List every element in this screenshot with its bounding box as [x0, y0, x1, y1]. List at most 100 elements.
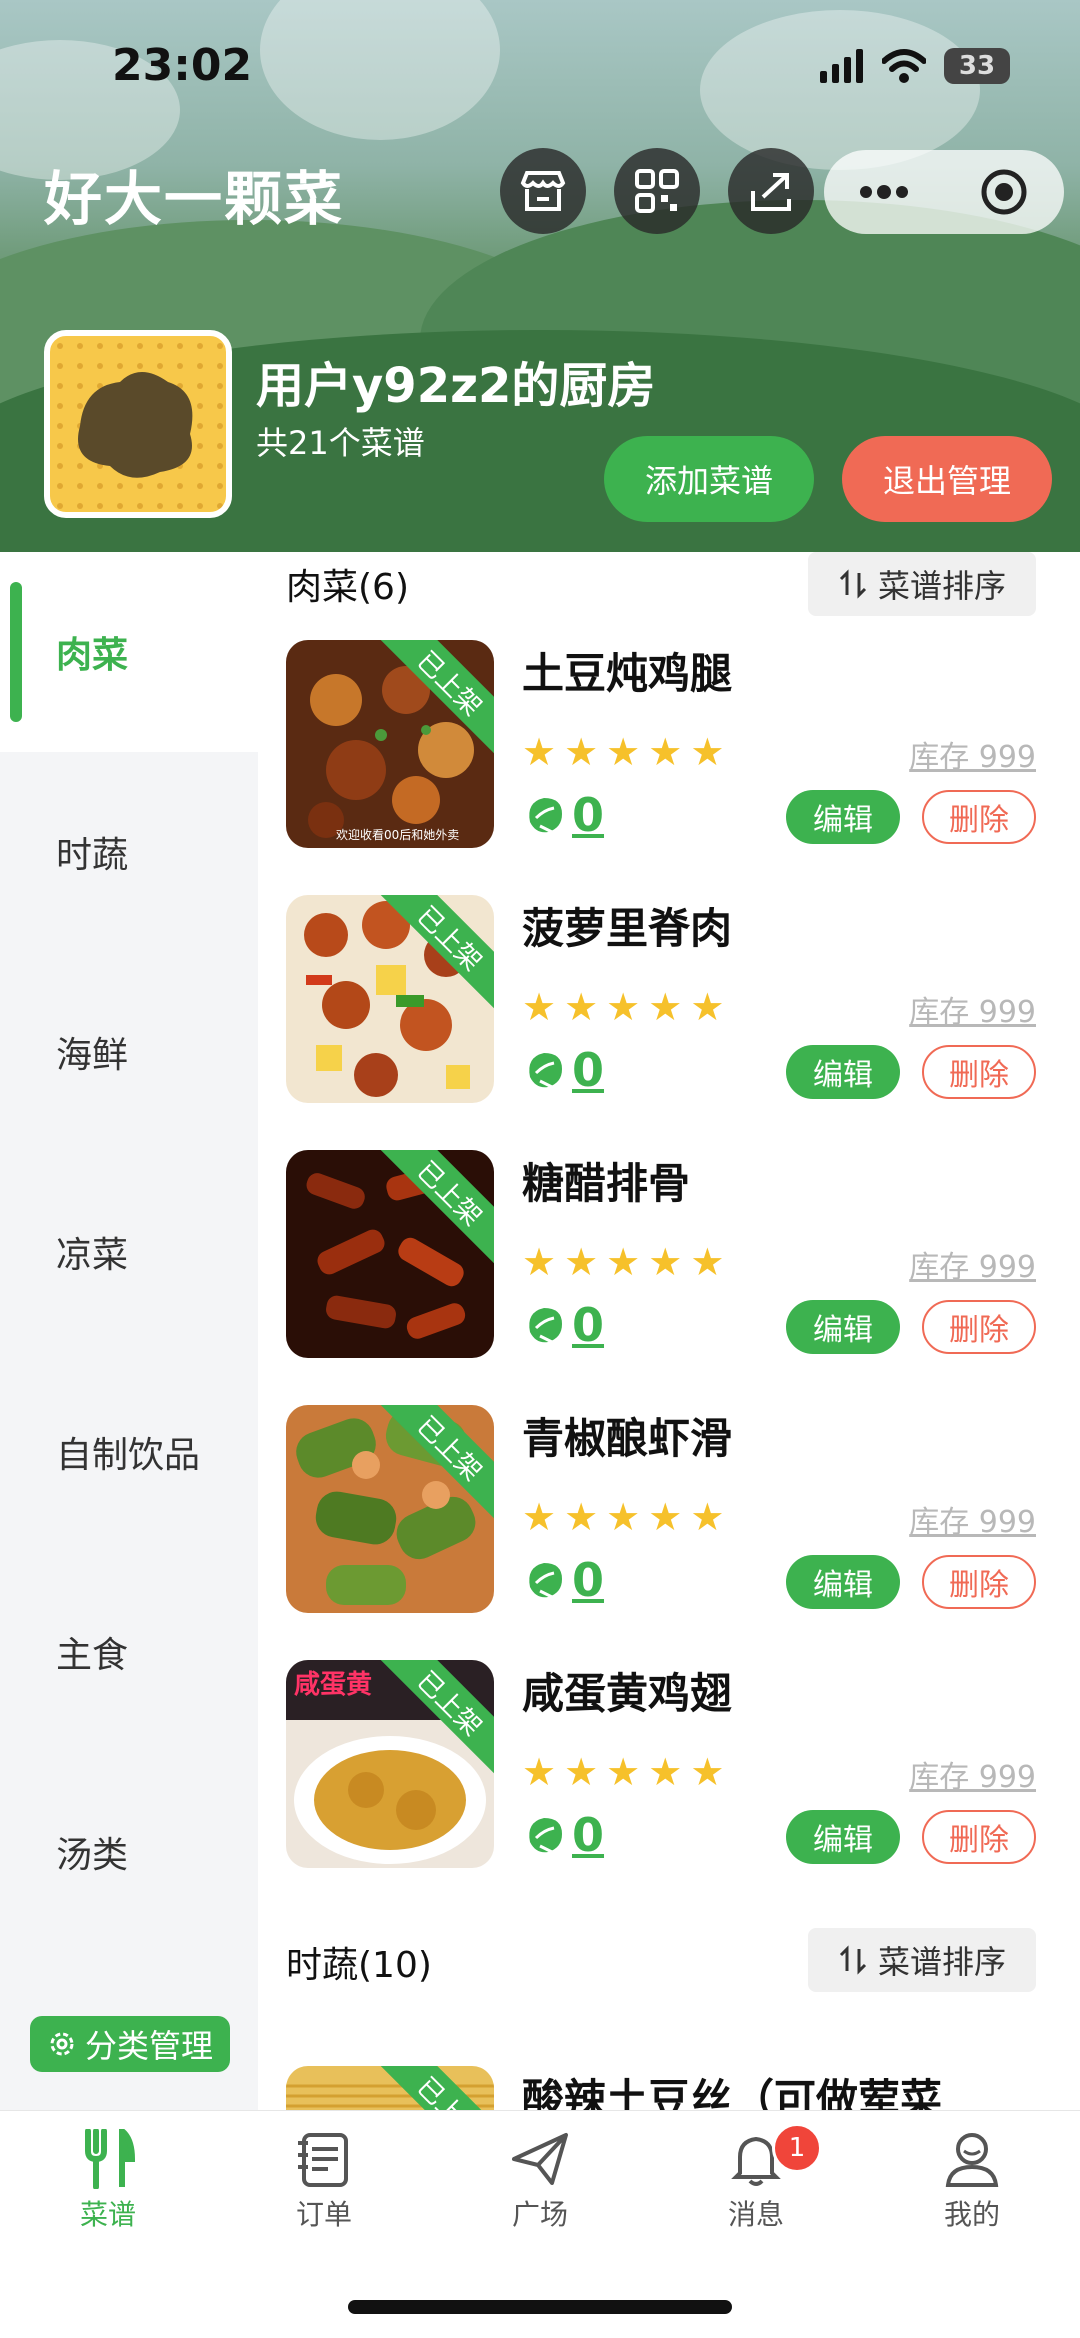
- share-icon: [751, 173, 791, 211]
- order-count-value: 0: [572, 1298, 605, 1352]
- sidebar-item-vegetables[interactable]: 时蔬: [0, 752, 258, 952]
- edit-button[interactable]: 编辑: [786, 1810, 900, 1864]
- star-icon: ★: [648, 1750, 683, 1794]
- order-count: 0: [522, 1553, 604, 1607]
- tab-label: 我的: [943, 2198, 1000, 2231]
- exit-management-button[interactable]: 退出管理: [842, 436, 1052, 522]
- vegetable-icon: [529, 798, 562, 836]
- sidebar-item-soups[interactable]: 汤类: [0, 1752, 258, 1952]
- sidebar-item-drinks[interactable]: 自制饮品: [0, 1352, 258, 1552]
- sidebar-item-label: 自制饮品: [56, 1435, 201, 1476]
- dish-card[interactable]: 咸蛋黄 已上架 咸蛋黄鸡翅 ★ ★ ★ ★ ★ 库存 999 0 编辑 删除: [286, 1660, 1056, 1872]
- tab-label: 消息: [727, 2198, 784, 2231]
- edit-button[interactable]: 编辑: [786, 1045, 900, 1099]
- tab-orders[interactable]: 订单: [244, 2129, 404, 2233]
- rating-stars: ★ ★ ★ ★ ★: [522, 1495, 724, 1539]
- qrcode-button[interactable]: [614, 148, 700, 234]
- kitchen-header: 23:02 33 好大一颗菜 用户y92z2的厨房 共21个菜谱 添加菜谱 退出…: [0, 0, 1080, 552]
- sort-label: 菜谱排序: [877, 567, 1006, 605]
- sidebar-item-label: 海鲜: [56, 1035, 129, 1076]
- avatar[interactable]: [44, 330, 232, 518]
- star-icon: ★: [564, 730, 599, 774]
- dish-thumbnail: 已上架: [286, 2066, 494, 2110]
- sidebar-item-meat[interactable]: 肉菜: [0, 552, 258, 752]
- star-icon: ★: [690, 730, 725, 774]
- rating-stars: ★ ★ ★ ★ ★: [522, 1750, 724, 1794]
- add-recipe-button[interactable]: 添加菜谱: [604, 436, 814, 522]
- sort-button-vegetables[interactable]: 菜谱排序: [808, 1928, 1036, 1992]
- kitchen-title: 用户y92z2的厨房: [256, 358, 656, 414]
- sidebar-item-cold-dishes[interactable]: 凉菜: [0, 1152, 258, 1352]
- stock-label: 库存 999: [909, 740, 1036, 775]
- dish-name: 糖醋排骨: [522, 1159, 691, 1208]
- delete-button[interactable]: 删除: [922, 1300, 1036, 1354]
- status-time: 23:02: [112, 40, 253, 91]
- more-icon[interactable]: [859, 185, 909, 199]
- edit-button[interactable]: 编辑: [786, 1300, 900, 1354]
- shop-button[interactable]: [500, 148, 586, 234]
- star-icon: ★: [690, 1750, 725, 1794]
- delete-button[interactable]: 删除: [922, 1045, 1036, 1099]
- category-manage-button[interactable]: 分类管理: [30, 2016, 230, 2072]
- star-icon: ★: [522, 730, 557, 774]
- tab-recipes[interactable]: 菜谱: [28, 2129, 188, 2233]
- order-count-value: 0: [572, 1808, 605, 1862]
- edit-button[interactable]: 编辑: [786, 1555, 900, 1609]
- vegetable-icon: [529, 1818, 562, 1856]
- tab-profile[interactable]: 我的: [892, 2129, 1052, 2233]
- order-count-value: 0: [572, 788, 605, 842]
- wifi-icon: [882, 49, 926, 83]
- dish-thumbnail: 欢迎收看00后和她外卖 已上架: [286, 640, 494, 848]
- delete-button[interactable]: 删除: [922, 1810, 1036, 1864]
- dish-card[interactable]: 欢迎收看00后和她外卖 已上架 土豆炖鸡腿 ★ ★ ★ ★ ★ 库存 999 0 编辑 …: [286, 640, 1056, 852]
- thumb-caption: 欢迎收看00后和她外卖: [336, 828, 460, 842]
- star-icon: ★: [648, 730, 683, 774]
- edit-button[interactable]: 编辑: [786, 790, 900, 844]
- tab-messages[interactable]: 消息 1: [676, 2123, 836, 2233]
- sidebar-item-seafood[interactable]: 海鲜: [0, 952, 258, 1152]
- vegetable-icon: [529, 1308, 562, 1346]
- section-title-vegetables: 时蔬(10): [286, 1945, 432, 1986]
- tab-plaza[interactable]: 广场: [460, 2129, 620, 2233]
- miniapp-capsule: [824, 150, 1064, 234]
- share-button[interactable]: [728, 148, 814, 234]
- dish-card[interactable]: 已上架 糖醋排骨 ★ ★ ★ ★ ★ 库存 999 0 编辑 删除: [286, 1150, 1056, 1362]
- tab-label: 菜谱: [79, 2198, 136, 2231]
- dish-card[interactable]: 已上架 酸辣土豆丝（可做荤菜: [286, 2066, 1056, 2110]
- category-manage-label: 分类管理: [84, 2027, 213, 2065]
- star-icon: ★: [648, 985, 683, 1029]
- delete-button[interactable]: 删除: [922, 790, 1036, 844]
- star-icon: ★: [522, 985, 557, 1029]
- star-icon: ★: [690, 1240, 725, 1284]
- close-target-icon[interactable]: [979, 167, 1029, 217]
- order-icon: [298, 2133, 348, 2187]
- star-icon: ★: [564, 985, 599, 1029]
- dish-thumbnail: 已上架: [286, 1150, 494, 1358]
- battery-indicator: 33: [944, 48, 1010, 84]
- sidebar-item-staples[interactable]: 主食: [0, 1552, 258, 1752]
- dish-card[interactable]: 已上架 青椒酿虾滑 ★ ★ ★ ★ ★ 库存 999 0 编辑 删除: [286, 1405, 1056, 1617]
- vegetable-icon: [529, 1563, 562, 1601]
- sidebar-item-label: 时蔬: [56, 835, 129, 876]
- sort-button-meat[interactable]: 菜谱排序: [808, 552, 1036, 616]
- star-icon: ★: [522, 1495, 557, 1539]
- star-icon: ★: [564, 1240, 599, 1284]
- star-icon: ★: [606, 1495, 641, 1539]
- status-icons: 33: [820, 48, 1010, 84]
- delete-button[interactable]: 删除: [922, 1555, 1036, 1609]
- rating-stars: ★ ★ ★ ★ ★: [522, 730, 724, 774]
- rating-stars: ★ ★ ★ ★ ★: [522, 1240, 724, 1284]
- qrcode-icon: [635, 169, 679, 213]
- star-icon: ★: [522, 1750, 557, 1794]
- signal-icon: [820, 49, 863, 83]
- order-count: 0: [522, 1043, 604, 1097]
- order-count-value: 0: [572, 1043, 605, 1097]
- order-count-value: 0: [572, 1553, 605, 1607]
- dish-card[interactable]: 已上架 菠萝里脊肉 ★ ★ ★ ★ ★ 库存 999 0 编辑 删除: [286, 895, 1056, 1107]
- star-icon: ★: [606, 1240, 641, 1284]
- order-count: 0: [522, 1808, 604, 1862]
- star-icon: ★: [564, 1495, 599, 1539]
- app-title: 好大一颗菜: [44, 165, 345, 233]
- rating-stars: ★ ★ ★ ★ ★: [522, 985, 724, 1029]
- sort-label: 菜谱排序: [877, 1943, 1006, 1981]
